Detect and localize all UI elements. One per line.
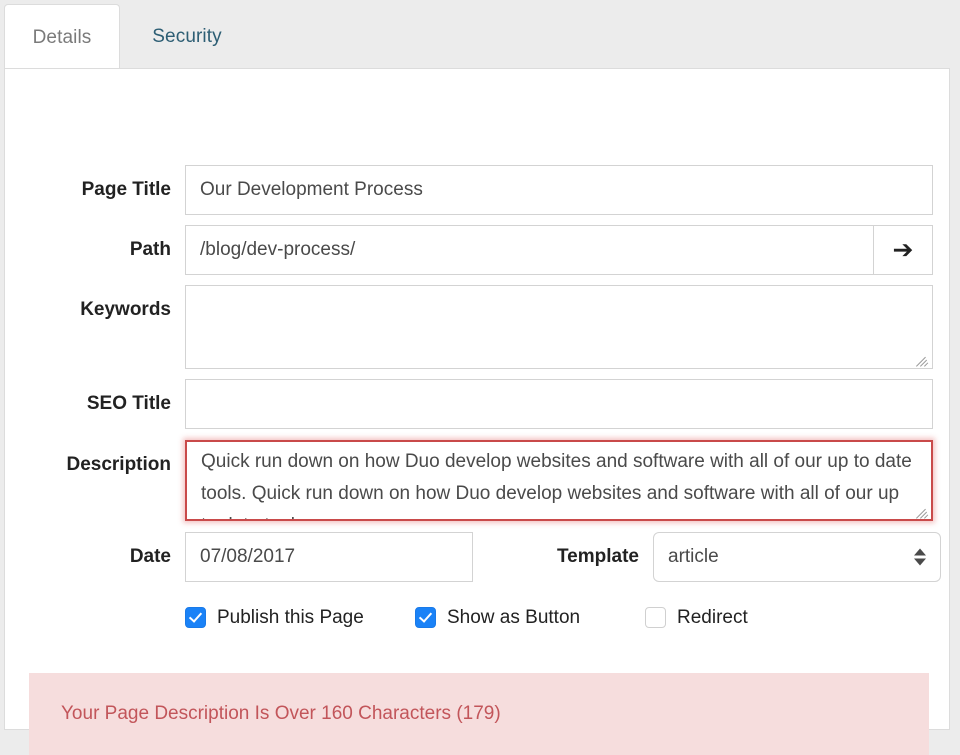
description-label: Description [5, 440, 171, 490]
field-row-date-template: Date Template article [5, 532, 951, 582]
stepper-arrows-icon [914, 549, 926, 566]
checkbox-publish-box[interactable] [185, 607, 206, 628]
seo-title-label: SEO Title [5, 379, 171, 429]
description-textarea[interactable]: Quick run down on how Duo develop websit… [185, 440, 933, 521]
template-label: Template [473, 532, 639, 582]
field-row-page-title: Page Title [5, 165, 951, 215]
active-tab-notch [6, 69, 120, 71]
error-banner: Your Page Description Is Over 160 Charac… [29, 673, 929, 755]
template-select-value: article [668, 546, 719, 568]
field-row-description: Description Quick run down on how Duo de… [5, 440, 951, 521]
details-panel: Page Title Path ➔ Keywords SEO Title Des… [4, 68, 950, 730]
keywords-label: Keywords [5, 285, 171, 335]
arrow-right-icon[interactable]: ➔ [873, 225, 933, 275]
tab-security[interactable]: Security [124, 4, 250, 70]
path-go-glyph: ➔ [893, 238, 914, 263]
path-input[interactable] [185, 225, 873, 275]
tab-details[interactable]: Details [4, 4, 120, 70]
page-title-input[interactable] [185, 165, 933, 215]
checkbox-redirect[interactable]: Redirect [645, 602, 875, 633]
checkbox-show-as-button-label: Show as Button [447, 602, 580, 633]
error-message: Your Page Description Is Over 160 Charac… [61, 703, 501, 725]
field-row-keywords: Keywords [5, 285, 951, 369]
checkbox-redirect-label: Redirect [677, 602, 748, 633]
tab-details-label: Details [33, 27, 92, 49]
date-input[interactable] [185, 532, 473, 582]
checkbox-show-as-button-box[interactable] [415, 607, 436, 628]
path-label: Path [5, 225, 171, 275]
tab-security-label: Security [152, 26, 221, 48]
checkbox-group: Publish this Page Show as Button Redirec… [185, 602, 951, 633]
checkbox-publish[interactable]: Publish this Page [185, 602, 415, 633]
checkbox-publish-label: Publish this Page [217, 602, 364, 633]
field-row-path: Path ➔ [5, 225, 951, 275]
field-row-seo-title: SEO Title [5, 379, 951, 429]
keywords-textarea[interactable] [185, 285, 933, 369]
date-label: Date [5, 532, 171, 582]
page-title-label: Page Title [5, 165, 171, 215]
checkbox-redirect-box[interactable] [645, 607, 666, 628]
tab-bar: Details Security [0, 0, 960, 70]
template-select[interactable]: article [653, 532, 941, 582]
keywords-wrapper [185, 285, 933, 369]
checkbox-show-as-button[interactable]: Show as Button [415, 602, 645, 633]
seo-title-input[interactable] [185, 379, 933, 429]
description-wrapper: Quick run down on how Duo develop websit… [185, 440, 933, 521]
